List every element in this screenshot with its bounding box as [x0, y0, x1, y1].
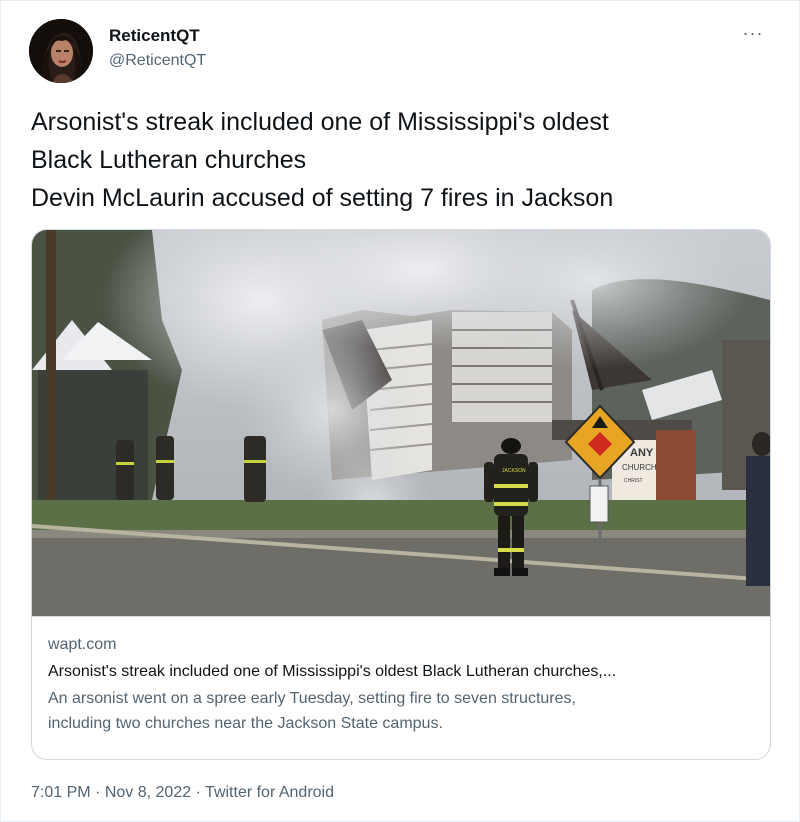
- avatar-image: [29, 19, 93, 83]
- card-divider: [32, 616, 770, 617]
- sign-text-2: CHURCH: [622, 463, 657, 472]
- avatar[interactable]: [29, 19, 93, 83]
- tweet-text: Arsonist's streak included one of Missis…: [31, 103, 771, 217]
- tweet-text-line: Arsonist's streak included one of Missis…: [31, 108, 609, 136]
- card-description: An arsonist went on a spree early Tuesda…: [48, 686, 756, 736]
- user-block: ReticentQT @ReticentQT: [109, 25, 206, 72]
- tweet-text-line: Devin McLaurin accused of setting 7 fire…: [31, 184, 614, 212]
- card-description-line: including two churches near the Jackson …: [48, 715, 443, 732]
- tweet-source[interactable]: Twitter for Android: [205, 784, 334, 801]
- tweet-container: ReticentQT @ReticentQT ··· Arsonist's st…: [0, 0, 800, 822]
- card-domain: wapt.com: [48, 636, 117, 653]
- separator-dot: ·: [195, 784, 201, 801]
- link-preview-card[interactable]: ANY CHURCH CHRIST JACKSON wapt.com Arson…: [31, 229, 771, 760]
- church-fire-photo: ANY CHURCH CHRIST JACKSON: [32, 230, 770, 616]
- card-image[interactable]: ANY CHURCH CHRIST JACKSON: [32, 230, 770, 616]
- more-options-button[interactable]: ···: [739, 23, 767, 47]
- jacket-text: JACKSON: [502, 468, 526, 474]
- tweet-footer: 7:01 PM · Nov 8, 2022 · Twitter for Andr…: [31, 782, 334, 804]
- display-name[interactable]: ReticentQT: [109, 25, 206, 47]
- sign-text-3: CHRIST: [624, 478, 643, 484]
- card-title: Arsonist's streak included one of Missis…: [48, 663, 617, 680]
- separator-dot: ·: [95, 784, 101, 801]
- tweet-date[interactable]: Nov 8, 2022: [105, 784, 191, 801]
- tweet-header: ReticentQT @ReticentQT ···: [29, 19, 773, 83]
- more-horizontal-icon: ···: [742, 23, 764, 43]
- tweet-text-line: Black Lutheran churches: [31, 146, 307, 174]
- tweet-time[interactable]: 7:01 PM: [31, 784, 91, 801]
- card-meta: wapt.com Arsonist's streak included one …: [48, 634, 756, 736]
- card-description-line: An arsonist went on a spree early Tuesda…: [48, 690, 576, 707]
- sign-text-1: ANY: [630, 447, 654, 459]
- handle[interactable]: @ReticentQT: [109, 50, 206, 72]
